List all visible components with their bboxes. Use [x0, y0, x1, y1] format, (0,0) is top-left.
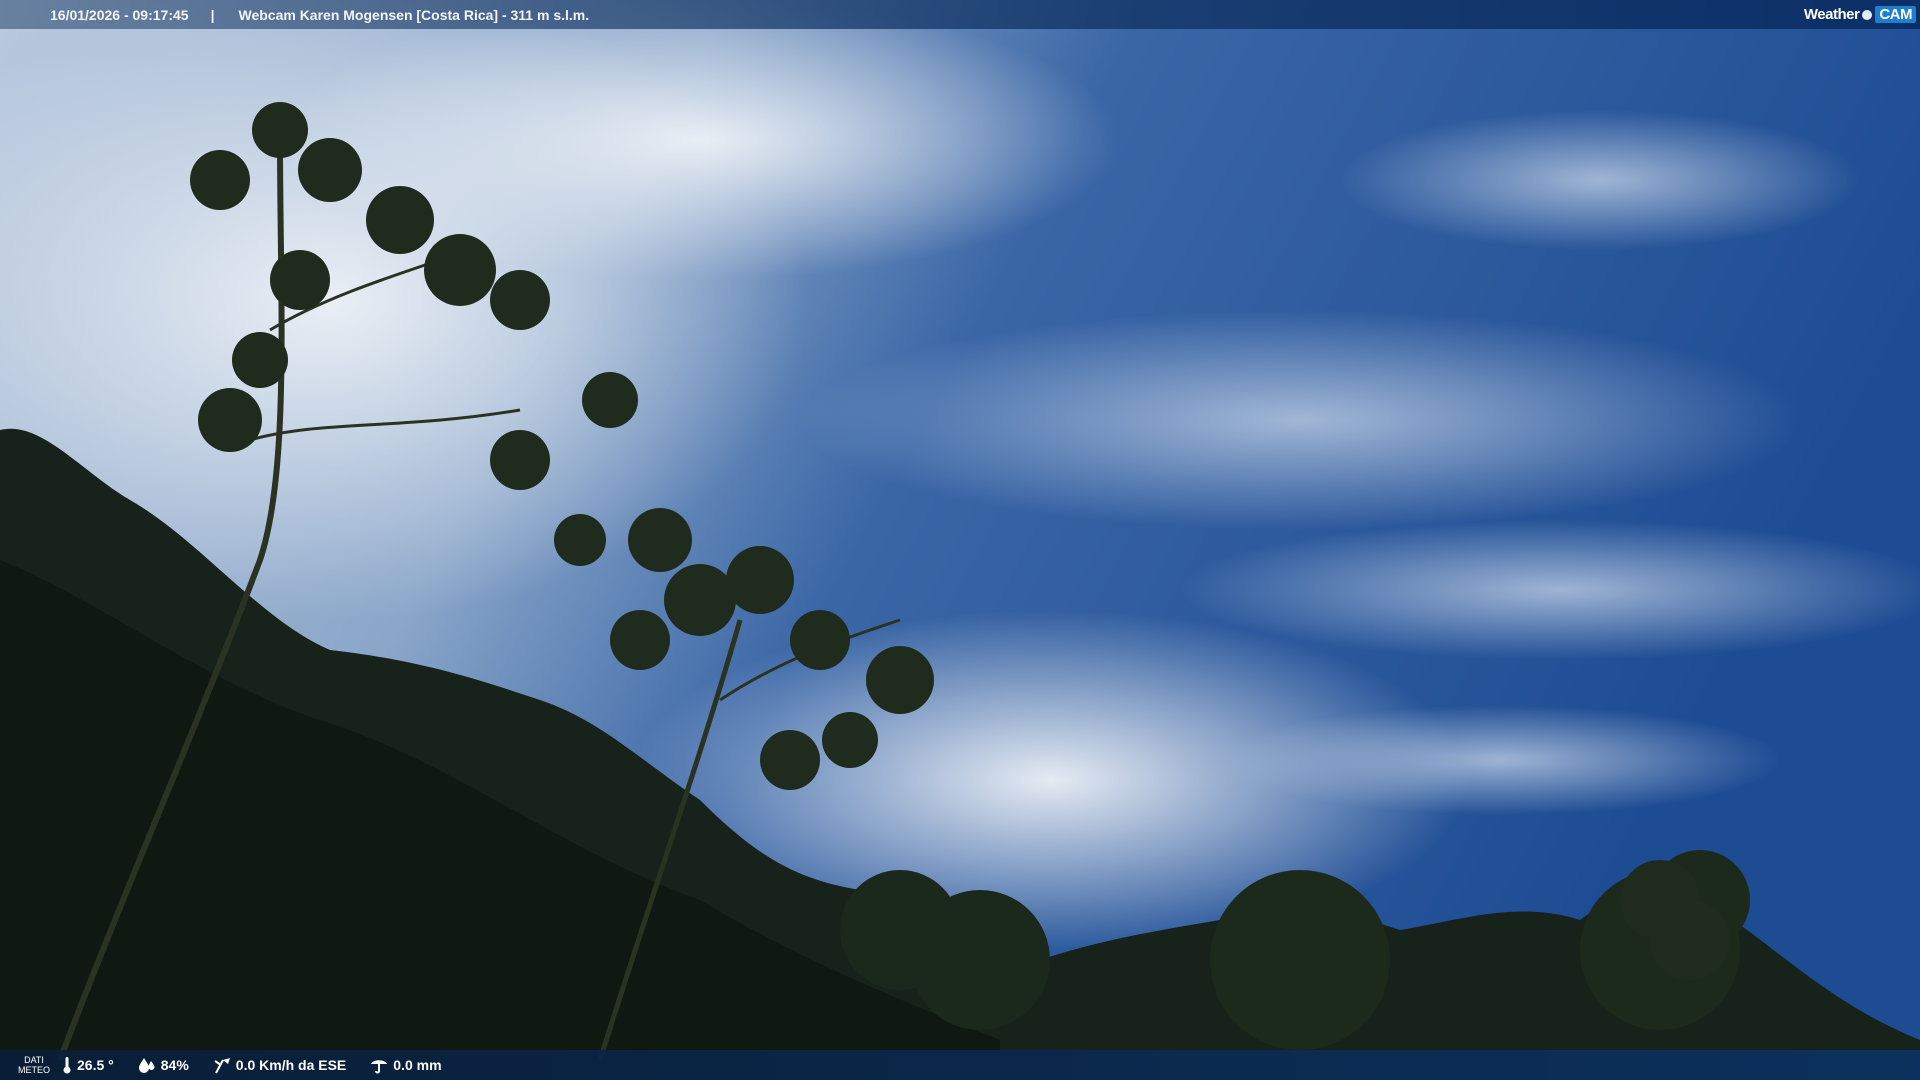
thermometer-icon: [63, 1057, 71, 1074]
location-text: Webcam Karen Mogensen [Costa Rica] - 311…: [238, 6, 590, 23]
dati-line2: METEO: [17, 1065, 50, 1075]
temperature-value: 26.5 °: [77, 1057, 114, 1073]
humidity-readout: 84%: [138, 1057, 189, 1073]
webcam-image: [0, 0, 1920, 1080]
logo-weather-text: Weather: [1803, 6, 1860, 23]
weather-data-bar: DATI METEO 26.5 ° 84% 0.0 Km/h da ESE 0.…: [0, 1050, 1920, 1080]
rain-readout: 0.0 mm: [370, 1056, 442, 1074]
logo-cam-text: CAM: [1875, 6, 1916, 23]
webcam-info-bar: 16/01/2026 - 09:17:45 | Webcam Karen Mog…: [0, 0, 1920, 29]
datetime-text: 16/01/2026 - 09:17:45: [50, 6, 189, 23]
dati-meteo-label: DATI METEO: [6, 1055, 62, 1075]
temperature-readout: 26.5 °: [62, 1056, 114, 1074]
separator: |: [210, 6, 215, 23]
humidity-value: 84%: [160, 1057, 189, 1073]
rain-gauge-icon: [371, 1060, 388, 1074]
wind-value: 0.0 Km/h da ESE: [235, 1057, 347, 1073]
rain-value: 0.0 mm: [393, 1057, 442, 1073]
logo-dot-icon: [1862, 9, 1873, 20]
humidity-icon: [138, 1058, 155, 1073]
wind-readout: 0.0 Km/h da ESE: [213, 1056, 346, 1074]
wind-icon: [214, 1058, 230, 1074]
weathercam-logo: Weather CAM: [1796, 0, 1920, 29]
dati-line1: DATI: [24, 1055, 44, 1065]
